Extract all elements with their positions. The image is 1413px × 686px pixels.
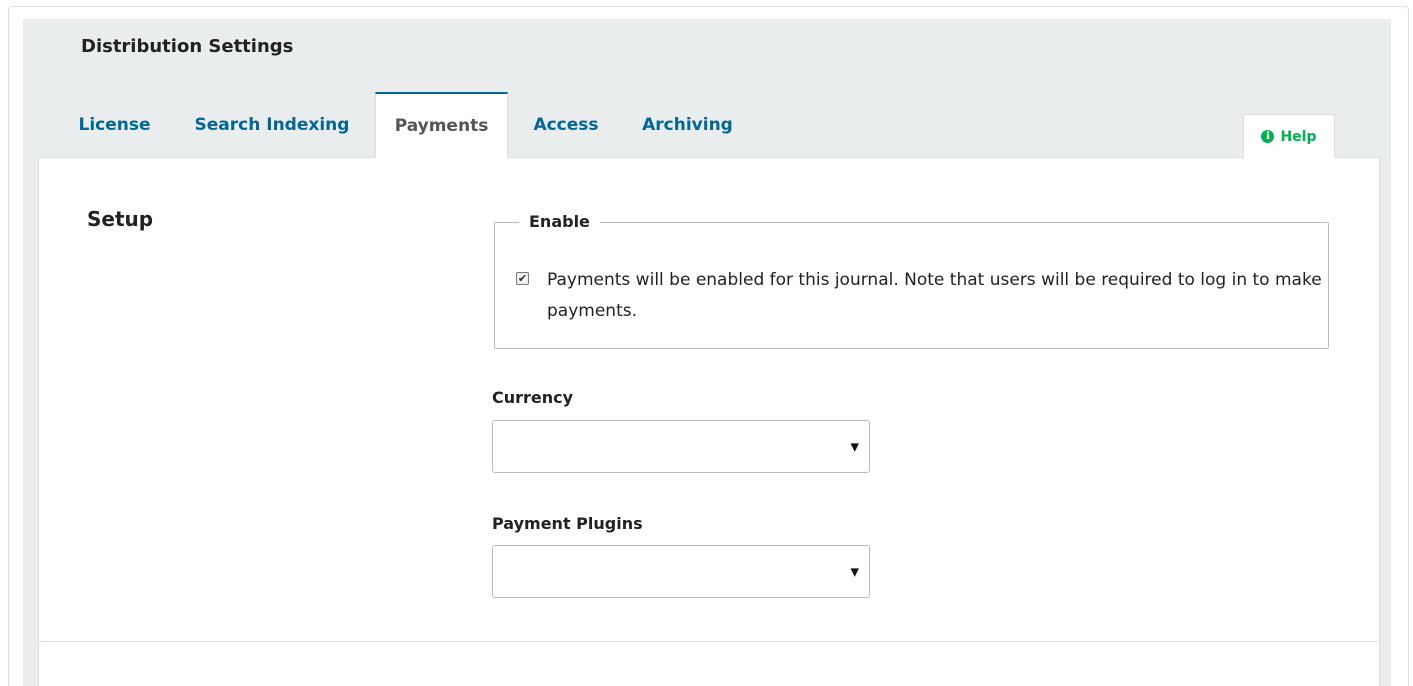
- help-button[interactable]: i Help: [1243, 114, 1335, 158]
- currency-select[interactable]: ▼: [492, 420, 870, 473]
- info-icon: i: [1261, 130, 1275, 143]
- currency-label: Currency: [492, 388, 574, 407]
- tab-access[interactable]: Access: [521, 92, 611, 158]
- caret-down-icon: ▼: [850, 440, 859, 453]
- tab-search-indexing[interactable]: Search Indexing: [180, 92, 364, 158]
- caret-down-icon: ▼: [850, 565, 859, 578]
- help-label: Help: [1280, 128, 1317, 145]
- section-divider: [38, 641, 1378, 642]
- tab-license[interactable]: License: [62, 92, 167, 158]
- payment-plugins-label: Payment Plugins: [492, 514, 643, 533]
- page-title: Distribution Settings: [81, 36, 294, 57]
- enable-legend: Enable: [519, 212, 600, 231]
- enable-payments-label[interactable]: Payments will be enabled for this journa…: [547, 265, 1322, 327]
- section-title-setup: Setup: [87, 207, 154, 231]
- checkmark-icon: ✔: [517, 272, 528, 285]
- tab-payments[interactable]: Payments: [375, 92, 508, 158]
- enable-payments-checkbox[interactable]: ✔: [516, 272, 529, 285]
- tab-archiving[interactable]: Archiving: [626, 92, 749, 158]
- payment-plugins-select[interactable]: ▼: [492, 545, 870, 598]
